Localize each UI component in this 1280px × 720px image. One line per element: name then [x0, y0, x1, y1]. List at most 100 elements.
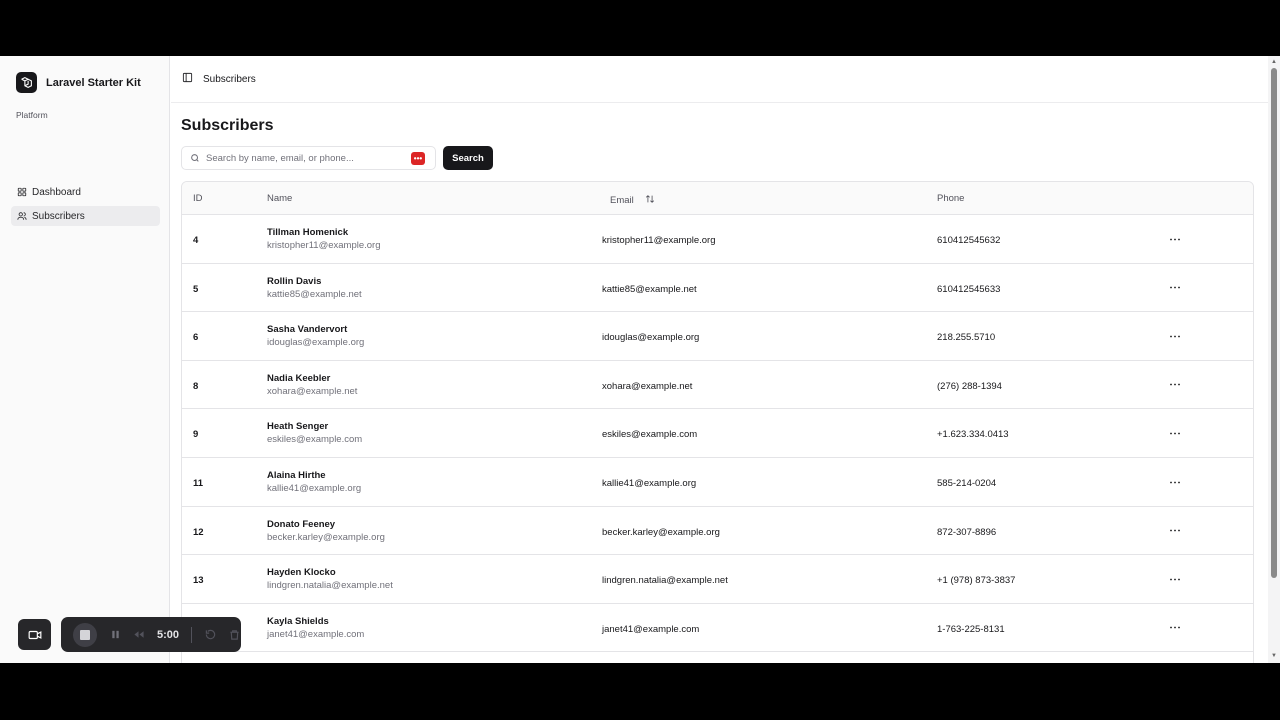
more-actions-icon[interactable]: [1168, 378, 1182, 392]
video-camera-icon: [28, 630, 41, 639]
sidebar-item-subscribers[interactable]: Subscribers: [11, 206, 160, 226]
cell-name: Sasha Vandervort: [267, 324, 348, 336]
sort-icon[interactable]: [645, 194, 655, 204]
pause-icon[interactable]: [109, 629, 121, 641]
cell-id: 11: [193, 478, 204, 489]
cell-id: 9: [193, 429, 199, 441]
cell-id: 4: [193, 235, 199, 246]
table-row[interactable]: 5 Rollin Davis kattie85@example.net kattie8…: [182, 264, 1253, 313]
table-row[interactable]: 9 Heath Senger eskiles@example.com eskiles@…: [182, 409, 1253, 458]
cell-email: becker.karley@example.org: [602, 526, 720, 538]
grid-icon: [17, 187, 27, 197]
stop-button[interactable]: [73, 622, 97, 647]
more-actions-icon[interactable]: [1168, 524, 1182, 538]
search-input[interactable]: [206, 152, 406, 164]
more-actions-icon[interactable]: [1168, 281, 1182, 295]
camera-button[interactable]: [18, 619, 51, 650]
cell-email: kattie85@example.net: [602, 283, 697, 295]
table-row[interactable]: 6 Sasha Vandervort idouglas@example.org ido…: [182, 312, 1253, 361]
app-window: Laravel Starter Kit Platform Dashboard S…: [0, 56, 1280, 663]
scroll-down-icon[interactable]: ▼: [1270, 652, 1278, 660]
sidebar: Laravel Starter Kit Platform Dashboard S…: [0, 56, 170, 663]
more-actions-icon[interactable]: [1168, 572, 1182, 586]
main-content: Subscribers Subscribers ••• Search ID Na…: [171, 56, 1268, 663]
cell-name-email: kristopher11@example.org: [267, 240, 381, 251]
breadcrumb[interactable]: Subscribers: [203, 74, 256, 85]
trash-icon[interactable]: [228, 629, 240, 641]
cell-name: Rollin Davis: [267, 275, 322, 287]
cell-phone: 585-214-0204: [937, 478, 997, 489]
more-actions-icon[interactable]: [1168, 232, 1182, 246]
sidebar-item-dashboard[interactable]: Dashboard: [11, 182, 160, 202]
toolbar-divider: [191, 626, 193, 643]
cell-name-email: eskiles@example.com: [267, 434, 363, 446]
stop-icon: [80, 629, 90, 640]
cell-name: Kayla Shields: [267, 615, 329, 627]
subscribers-table: ID Name Email Phone 4 Tillman Homenick kri…: [181, 181, 1254, 663]
cell-id: 13: [193, 575, 204, 587]
cell-phone: 610412545632: [937, 235, 1001, 246]
cell-name: Tillman Homenick: [267, 227, 349, 238]
cell-phone: +1.623.334.0413: [937, 429, 1009, 441]
search-field[interactable]: •••: [181, 146, 436, 170]
cell-name: Alaina Hirthe: [267, 470, 326, 481]
cell-name-email: kattie85@example.net: [267, 288, 362, 300]
cell-phone: 1-763-225-8131: [937, 623, 1005, 635]
cell-name-email: idouglas@example.org: [267, 337, 365, 349]
cell-name-email: becker.karley@example.org: [267, 531, 385, 543]
sidebar-toggle-icon[interactable]: [182, 70, 193, 88]
more-actions-icon[interactable]: [1168, 475, 1182, 489]
cell-name: Donato Feeney: [267, 518, 336, 530]
page-title: Subscribers: [181, 117, 274, 134]
cell-phone: (276) 288-1394: [937, 380, 1002, 392]
cell-phone: 610412545633: [937, 283, 1001, 295]
sidebar-item-label: Dashboard: [32, 186, 81, 198]
table-row[interactable]: 13 Hayden Klocko lindgren.natalia@example.…: [182, 555, 1253, 604]
column-header-phone: Phone: [937, 193, 965, 204]
search-button[interactable]: Search: [443, 146, 493, 170]
cell-id: 6: [193, 332, 199, 344]
cell-id: 8: [193, 380, 199, 392]
table-row[interactable]: 12 Donato Feeney becker.karley@example.org…: [182, 507, 1253, 556]
column-header-name: Name: [267, 193, 293, 204]
scrollbar-thumb[interactable]: [1271, 68, 1277, 578]
column-header-id: ID: [193, 193, 203, 204]
topbar: Subscribers: [171, 56, 1268, 103]
cell-email: xohara@example.net: [602, 380, 693, 392]
scroll-up-icon[interactable]: ▲: [1270, 58, 1278, 66]
password-manager-icon[interactable]: •••: [411, 152, 425, 165]
more-actions-icon[interactable]: [1168, 621, 1182, 635]
laravel-logo-icon: [16, 72, 37, 93]
cell-name-email: lindgren.natalia@example.net: [267, 580, 393, 592]
table-row[interactable]: 11 Alaina Hirthe kallie41@example.org kalli…: [182, 458, 1253, 507]
more-actions-icon[interactable]: [1168, 426, 1182, 440]
table-row[interactable]: 8 Nadia Keebler xohara@example.net xohara@e…: [182, 361, 1253, 410]
cell-name-email: xohara@example.net: [267, 385, 358, 397]
table-row[interactable]: Kayla Shields janet41@example.com janet41@…: [182, 604, 1253, 653]
table-row[interactable]: 4 Tillman Homenick kristopher11@example.or…: [182, 215, 1253, 264]
recording-toolbar: 5:00: [61, 617, 241, 652]
cell-name-email: kallie41@example.org: [267, 483, 362, 494]
cell-email: kallie41@example.org: [602, 478, 697, 489]
column-header-email[interactable]: Email: [610, 193, 655, 206]
brand[interactable]: Laravel Starter Kit: [16, 72, 141, 93]
cell-email: eskiles@example.com: [602, 429, 698, 441]
more-actions-icon[interactable]: [1168, 329, 1182, 343]
cell-phone: 218.255.5710: [937, 332, 996, 344]
users-icon: [17, 212, 27, 220]
cell-phone: 872-307-8896: [937, 526, 997, 538]
app-title: Laravel Starter Kit: [46, 76, 141, 89]
cell-phone: +1 (978) 873-3837: [937, 575, 1016, 587]
cell-name: Hayden Klocko: [267, 567, 336, 579]
cell-email: idouglas@example.org: [602, 332, 700, 344]
cell-name-email: janet41@example.com: [267, 628, 365, 640]
search-icon: [191, 154, 199, 162]
rewind-icon[interactable]: [133, 629, 145, 641]
scrollbar[interactable]: ▲ ▼: [1268, 56, 1280, 663]
cell-email: lindgren.natalia@example.net: [602, 575, 728, 587]
restart-icon[interactable]: [204, 629, 216, 641]
cell-name: Nadia Keebler: [267, 372, 331, 384]
cell-email: janet41@example.com: [602, 623, 700, 635]
table-header: ID Name Email Phone: [182, 182, 1253, 215]
sidebar-item-label: Subscribers: [32, 210, 85, 222]
